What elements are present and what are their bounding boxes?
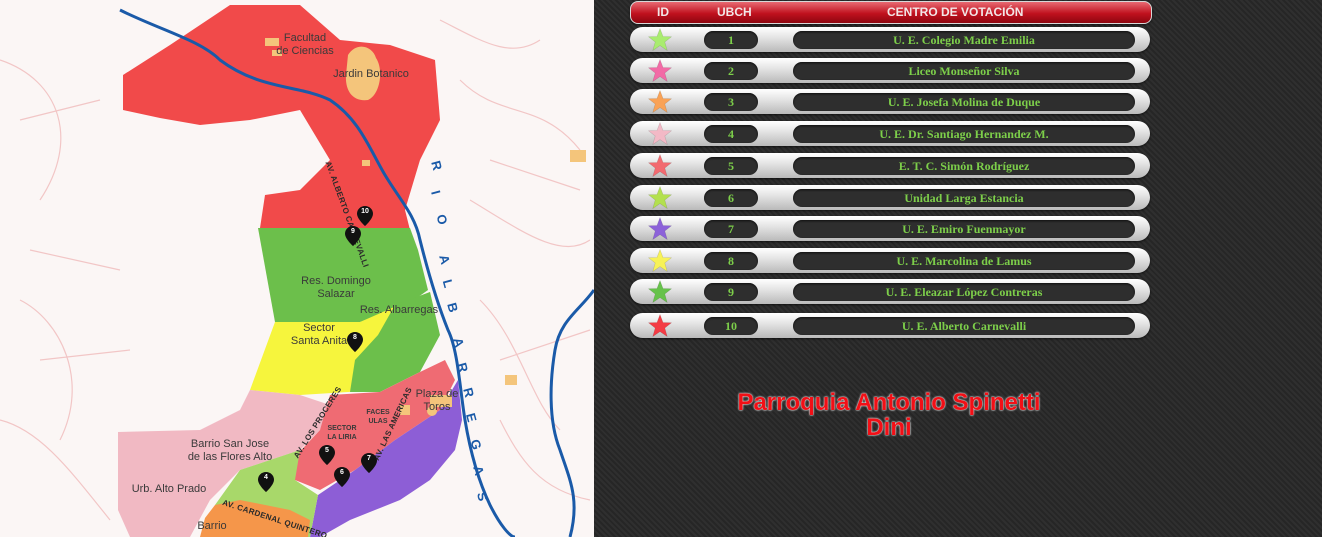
voting-center-name: E. T. C. Simón Rodríguez <box>793 157 1135 175</box>
map-pin-label: 6 <box>340 469 344 476</box>
star-icon <box>648 314 672 337</box>
voting-center-name: U. E. Alberto Carnevalli <box>793 317 1135 335</box>
star-icon <box>648 90 672 113</box>
voting-center-name: Unidad Larga Estancia <box>793 189 1135 207</box>
table-header: ID UBCH CENTRO DE VOTACIÓN <box>630 1 1152 24</box>
header-centro: CENTRO DE VOTACIÓN <box>887 5 1024 19</box>
map-pin[interactable]: 10 <box>357 206 373 226</box>
map-pin-label: 9 <box>351 228 355 235</box>
header-id: ID <box>657 5 669 19</box>
ubch-number: 4 <box>704 125 758 143</box>
table-row[interactable]: 7 U. E. Emiro Fuenmayor <box>630 216 1150 241</box>
star-icon <box>648 280 672 303</box>
map-pin[interactable]: 9 <box>345 226 361 246</box>
ubch-number: 1 <box>704 31 758 49</box>
map-pin[interactable]: 5 <box>319 445 335 465</box>
star-icon <box>648 59 672 82</box>
label-alto-prado: Urb. Alto Prado <box>131 483 207 495</box>
voting-center-name: U. E. Eleazar López Contreras <box>793 283 1135 301</box>
label-facultad: Facultad de Ciencias <box>276 32 334 57</box>
voting-center-name: U. E. Emiro Fuenmayor <box>793 220 1135 238</box>
voting-centers-panel: ID UBCH CENTRO DE VOTACIÓN 1 U. E. Colegi… <box>594 0 1322 537</box>
table-row[interactable]: 5 E. T. C. Simón Rodríguez <box>630 153 1150 178</box>
table-row[interactable]: 3 U. E. Josefa Molina de Duque <box>630 89 1150 114</box>
map-pin-label: 10 <box>361 208 369 215</box>
star-icon <box>648 249 672 272</box>
star-icon <box>648 217 672 240</box>
table-row[interactable]: 6 Unidad Larga Estancia <box>630 185 1150 210</box>
table-row[interactable]: 9 U. E. Eleazar López Contreras <box>630 279 1150 304</box>
ubch-number: 5 <box>704 157 758 175</box>
label-la-liria: SECTOR LA LIRIA <box>327 425 357 441</box>
map-pin-label: 4 <box>264 474 268 481</box>
map-pin-label: 8 <box>353 334 357 341</box>
map-pin-label: 5 <box>325 447 329 454</box>
table-row[interactable]: 10 U. E. Alberto Carnevalli <box>630 313 1150 338</box>
label-res-albarregas: Res. Albarregas <box>359 304 439 316</box>
ubch-number: 2 <box>704 62 758 80</box>
ubch-number: 8 <box>704 252 758 270</box>
voting-center-name: Liceo Monseñor Silva <box>793 62 1135 80</box>
star-icon <box>648 28 672 51</box>
ubch-number: 6 <box>704 189 758 207</box>
table-row[interactable]: 8 U. E. Marcolina de Lamus <box>630 248 1150 273</box>
voting-center-name: U. E. Dr. Santiago Hernandez M. <box>793 125 1135 143</box>
label-barrio: Barrio <box>197 520 227 532</box>
map-pin[interactable]: 6 <box>334 467 350 487</box>
voting-center-name: U. E. Josefa Molina de Duque <box>793 93 1135 111</box>
parroquia-title: Parroquia Antonio Spinetti Dini <box>737 389 1041 441</box>
map-pin[interactable]: 8 <box>347 332 363 352</box>
parish-map: Facultad de Ciencias Jardin Botanico Res… <box>0 0 594 537</box>
star-icon <box>648 186 672 209</box>
label-domingo-salazar: Res. Domingo Salazar <box>301 275 371 300</box>
label-santa-anita: Sector Santa Anita <box>290 322 348 347</box>
table-row[interactable]: 4 U. E. Dr. Santiago Hernandez M. <box>630 121 1150 146</box>
ubch-number: 9 <box>704 283 758 301</box>
ubch-number: 3 <box>704 93 758 111</box>
label-jardin-botanico: Jardin Botanico <box>333 68 409 80</box>
header-ubch: UBCH <box>717 5 752 19</box>
map-pin[interactable]: 4 <box>258 472 274 492</box>
map-pin[interactable]: 7 <box>361 453 377 473</box>
ubch-number: 7 <box>704 220 758 238</box>
label-plaza-toros: Plaza de Toros <box>415 388 459 413</box>
table-row[interactable]: 1 U. E. Colegio Madre Emilia <box>630 27 1150 52</box>
label-san-jose: Barrio San Jose de las Flores Alto <box>187 438 273 463</box>
table-row[interactable]: 2 Liceo Monseñor Silva <box>630 58 1150 83</box>
star-icon <box>648 122 672 145</box>
voting-center-name: U. E. Colegio Madre Emilia <box>793 31 1135 49</box>
map-pin-label: 7 <box>367 455 371 462</box>
ubch-number: 10 <box>704 317 758 335</box>
voting-center-name: U. E. Marcolina de Lamus <box>793 252 1135 270</box>
star-icon <box>648 154 672 177</box>
